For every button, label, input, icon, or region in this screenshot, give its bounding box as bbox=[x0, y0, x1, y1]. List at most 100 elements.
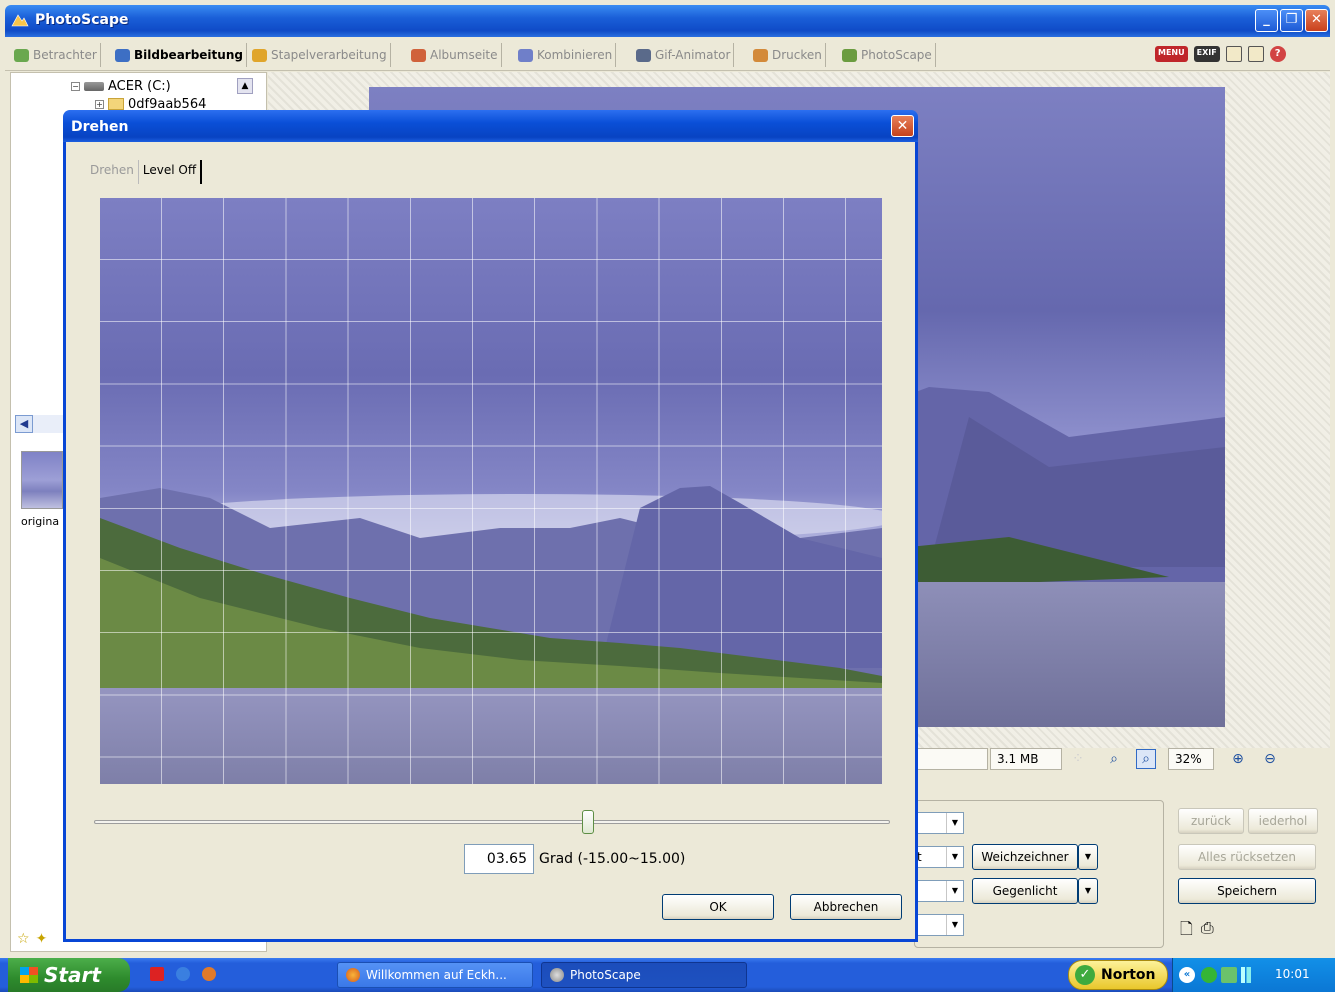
task-label: Willkommen auf Eckh... bbox=[366, 968, 507, 982]
favorite-star-icon[interactable]: ☆ bbox=[17, 931, 30, 947]
dropdown-arrow-icon[interactable]: ▼ bbox=[946, 847, 963, 867]
dropdown-arrow-icon[interactable]: ▼ bbox=[946, 915, 963, 935]
filter-combo-4[interactable]: ▼ bbox=[912, 914, 964, 936]
zoom-out-icon[interactable]: ⊖ bbox=[1260, 749, 1280, 769]
horizontal-scrollbar[interactable] bbox=[33, 415, 63, 433]
restore-button[interactable]: ❐ bbox=[1280, 9, 1303, 32]
help-icon[interactable]: ? bbox=[1269, 46, 1286, 62]
clock: 10:01 bbox=[1275, 967, 1310, 981]
windows-icon[interactable] bbox=[1247, 46, 1264, 62]
gegenlicht-button[interactable]: Gegenlicht bbox=[972, 878, 1078, 904]
rotate-dialog: Drehen ✕ Drehen Level Off 03.65 Grad (-1… bbox=[63, 110, 918, 942]
filter-combo-2[interactable]: t ▼ bbox=[912, 846, 964, 868]
tray-expand-icon[interactable]: « bbox=[1179, 967, 1195, 983]
combine-icon bbox=[518, 48, 533, 62]
degrees-range-label: Grad (-15.00~15.00) bbox=[539, 851, 686, 867]
tree-item-drive[interactable]: − ACER (C:) bbox=[71, 79, 171, 94]
gif-animator-icon bbox=[636, 48, 651, 62]
weichzeichner-button[interactable]: Weichzeichner bbox=[972, 844, 1078, 870]
zoom-in-icon[interactable]: ⊕ bbox=[1228, 749, 1248, 769]
cancel-button[interactable]: Abbrechen bbox=[790, 894, 902, 920]
quicklaunch-blue-icon[interactable] bbox=[176, 967, 190, 981]
dialog-title-bar: Drehen ✕ bbox=[63, 110, 918, 142]
save-button[interactable]: Speichern bbox=[1178, 878, 1316, 904]
new-document-icon[interactable]: 🗋 bbox=[1180, 918, 1193, 945]
main-title-bar: PhotoScape _ ❐ ✕ bbox=[5, 5, 1330, 37]
scroll-up-button[interactable]: ▲ bbox=[237, 78, 253, 94]
collapse-icon[interactable]: − bbox=[71, 82, 80, 91]
quicklaunch-orange-icon[interactable] bbox=[202, 967, 216, 981]
dropdown-arrow-icon[interactable]: ▼ bbox=[946, 813, 963, 833]
task-label: PhotoScape bbox=[570, 968, 641, 982]
quick-launch bbox=[150, 967, 216, 981]
expand-icon[interactable]: + bbox=[95, 99, 104, 109]
rotation-slider-thumb[interactable] bbox=[581, 810, 594, 834]
minimize-button[interactable]: _ bbox=[1255, 9, 1278, 32]
rotation-slider-track[interactable] bbox=[94, 820, 890, 824]
undo-button[interactable]: zurück bbox=[1178, 808, 1244, 834]
norton-check-icon: ✓ bbox=[1075, 965, 1095, 985]
dropdown-arrow-icon[interactable]: ▼ bbox=[946, 881, 963, 901]
scroll-left-button[interactable]: ◀ bbox=[15, 415, 33, 433]
norton-label: Norton bbox=[1101, 967, 1156, 983]
thumbnail-label: origina bbox=[21, 515, 60, 528]
weichzeichner-dropdown-icon[interactable]: ▼ bbox=[1078, 844, 1098, 870]
tray-network-icon[interactable] bbox=[1221, 967, 1237, 983]
tray-media-icon[interactable] bbox=[1201, 967, 1217, 983]
tab-drucken[interactable]: Drucken bbox=[750, 43, 826, 67]
firefox-icon bbox=[346, 968, 360, 982]
tab-betrachter[interactable]: Betrachter bbox=[11, 43, 101, 67]
tab-albumseite[interactable]: Albumseite bbox=[408, 43, 502, 67]
tab-drehen[interactable]: Drehen bbox=[86, 160, 139, 184]
zoom-level: 32% bbox=[1168, 748, 1214, 770]
batch-icon bbox=[252, 48, 267, 62]
home-icon[interactable] bbox=[1225, 46, 1242, 62]
degrees-input[interactable]: 03.65 bbox=[464, 844, 534, 874]
photoscape-task-icon bbox=[550, 968, 564, 982]
landscape-preview-image bbox=[100, 198, 882, 784]
drive-icon bbox=[84, 82, 104, 91]
gegenlicht-dropdown-icon[interactable]: ▼ bbox=[1078, 878, 1098, 904]
tree-item-folder[interactable]: + 0df9aab564 bbox=[95, 97, 206, 111]
task-photoscape[interactable]: PhotoScape bbox=[541, 962, 747, 988]
file-size: 3.1 MB bbox=[990, 748, 1062, 770]
tab-level-off[interactable]: Level Off bbox=[139, 160, 203, 184]
filter-combo-3[interactable]: ▼ bbox=[912, 880, 964, 902]
tab-stapelverarbeitung[interactable]: Stapelverarbeitung bbox=[249, 43, 391, 67]
tab-kombinieren[interactable]: Kombinieren bbox=[515, 43, 617, 67]
menu-button[interactable]: MENU bbox=[1155, 46, 1188, 62]
tray-signal-icon[interactable] bbox=[1241, 967, 1255, 983]
start-button[interactable]: Start bbox=[8, 958, 130, 992]
tab-photoscape[interactable]: PhotoScape bbox=[839, 43, 936, 67]
reset-all-button[interactable]: Alles rücksetzen bbox=[1178, 844, 1316, 870]
task-firefox[interactable]: Willkommen auf Eckh... bbox=[337, 962, 533, 988]
dialog-close-button[interactable]: ✕ bbox=[891, 115, 914, 137]
image-thumbnail[interactable] bbox=[21, 451, 63, 509]
tab-label: Albumseite bbox=[430, 48, 498, 62]
windows-logo-icon bbox=[20, 967, 38, 983]
close-button[interactable]: ✕ bbox=[1305, 9, 1328, 32]
folder-icon bbox=[108, 98, 124, 110]
toolbar-right-icons: MENU EXIF ? bbox=[1155, 46, 1286, 62]
start-label: Start bbox=[44, 963, 101, 987]
printer-icon[interactable]: ⎙ bbox=[1201, 918, 1214, 945]
zoom-actual-icon[interactable]: ⌕ bbox=[1104, 749, 1124, 769]
quicklaunch-red-icon[interactable] bbox=[150, 967, 164, 981]
tab-label: PhotoScape bbox=[861, 48, 932, 62]
tab-label: Stapelverarbeitung bbox=[271, 48, 387, 62]
page-icon bbox=[411, 48, 426, 62]
redo-button[interactable]: iederhol bbox=[1248, 808, 1318, 834]
exif-button[interactable]: EXIF bbox=[1193, 46, 1220, 62]
tab-bildbearbeitung[interactable]: Bildbearbeitung bbox=[112, 43, 247, 67]
fit-icon[interactable]: ⁘ bbox=[1068, 749, 1088, 769]
filter-combo-1[interactable]: ▼ bbox=[912, 812, 964, 834]
zoom-fit-icon[interactable]: ⌕ bbox=[1136, 749, 1156, 769]
ok-button[interactable]: OK bbox=[662, 894, 774, 920]
add-favorite-icon[interactable]: ✦ bbox=[36, 931, 48, 947]
folder-label: 0df9aab564 bbox=[128, 97, 207, 111]
photoscape-icon bbox=[842, 48, 857, 62]
tab-label: Betrachter bbox=[33, 48, 97, 62]
tab-gif-animator[interactable]: Gif-Animator bbox=[633, 43, 735, 67]
app-title: PhotoScape bbox=[35, 12, 129, 28]
norton-button[interactable]: ✓ Norton bbox=[1068, 960, 1168, 990]
